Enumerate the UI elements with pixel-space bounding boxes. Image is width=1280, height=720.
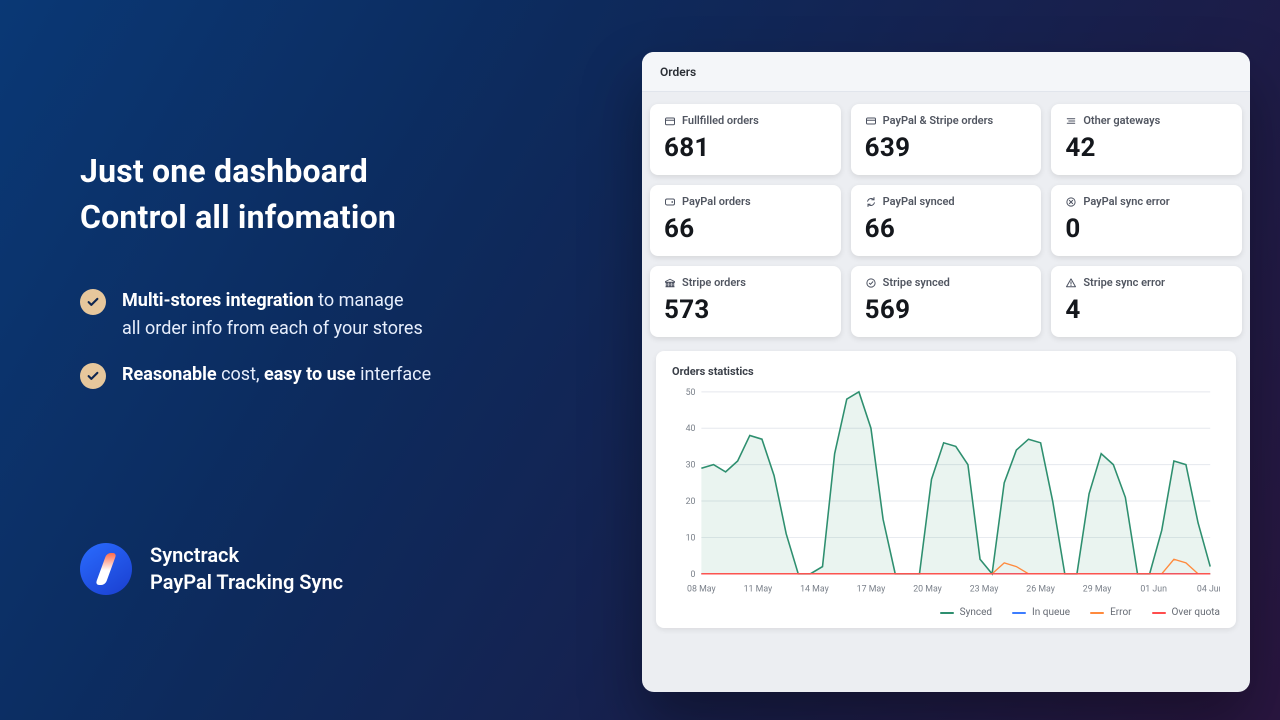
card-label: Fullfilled orders: [682, 114, 759, 127]
dashboard-header: Orders: [642, 52, 1250, 92]
card-stripe-orders[interactable]: Stripe orders 573: [650, 266, 841, 337]
headline-line1: Just one dashboard: [80, 148, 600, 194]
svg-text:14 May: 14 May: [800, 584, 829, 594]
card-value: 4: [1065, 295, 1228, 325]
legend-synced: Synced: [940, 607, 992, 618]
card-value: 66: [865, 214, 1028, 244]
chart-title: Orders statistics: [672, 365, 1220, 378]
svg-text:20: 20: [686, 497, 696, 507]
svg-text:11 May: 11 May: [744, 584, 773, 594]
orders-chart: 0 10 20 30 40 50 08 May 11 May 14 May 17 May 20 Ma…: [672, 384, 1220, 599]
card-stripe-synced[interactable]: Stripe synced 569: [851, 266, 1042, 337]
legend-label: Over quota: [1172, 607, 1220, 618]
card-label: Stripe synced: [883, 276, 950, 289]
bank-icon: [664, 277, 676, 289]
card-value: 66: [664, 214, 827, 244]
svg-text:23 May: 23 May: [970, 584, 999, 594]
card-paypal-error[interactable]: PayPal sync error 0: [1051, 185, 1242, 256]
card-icon: [865, 115, 877, 127]
feature-cost: Reasonable cost, easy to use interface: [80, 361, 600, 389]
stat-cards: Fullfilled orders 681 PayPal & Stripe or…: [642, 92, 1250, 343]
headline-line2: Control all infomation: [80, 194, 600, 240]
svg-text:01 Jun: 01 Jun: [1140, 584, 1167, 594]
svg-text:50: 50: [686, 388, 696, 398]
card-fulfilled[interactable]: Fullfilled orders 681: [650, 104, 841, 175]
dashboard-panel: Orders Fullfilled orders 681 PayPal & St…: [642, 52, 1250, 692]
card-row: Stripe orders 573 Stripe synced 569 Stri…: [650, 266, 1242, 337]
card-value: 0: [1065, 214, 1228, 244]
alert-icon: [1065, 277, 1077, 289]
card-label: PayPal & Stripe orders: [883, 114, 994, 127]
card-value: 639: [865, 133, 1028, 163]
card-label: Stripe sync error: [1083, 276, 1165, 289]
legend-label: In queue: [1032, 607, 1070, 618]
feature-bold: Multi-stores integration: [122, 290, 314, 311]
svg-text:30: 30: [686, 461, 696, 471]
card-row: PayPal orders 66 PayPal synced 66 PayPal…: [650, 185, 1242, 256]
svg-text:10: 10: [686, 533, 696, 543]
brand-block: Synctrack PayPal Tracking Sync: [80, 542, 343, 596]
dashboard-title: Orders: [660, 65, 696, 79]
check-circle-icon: [865, 277, 877, 289]
card-other[interactable]: Other gateways 42: [1051, 104, 1242, 175]
feature-bold2: easy to use: [264, 364, 356, 385]
box-icon: [664, 115, 676, 127]
svg-text:26 May: 26 May: [1026, 584, 1055, 594]
card-paypal-stripe[interactable]: PayPal & Stripe orders 639: [851, 104, 1042, 175]
feature-rest2: all order info from each of your stores: [122, 318, 423, 339]
svg-text:08 May: 08 May: [687, 584, 716, 594]
card-row: Fullfilled orders 681 PayPal & Stripe or…: [650, 104, 1242, 175]
card-label: Stripe orders: [682, 276, 746, 289]
feature-text: Multi-stores integration to manage all o…: [122, 287, 423, 343]
headline: Just one dashboard Control all infomatio…: [80, 148, 600, 241]
card-stripe-error[interactable]: Stripe sync error 4: [1051, 266, 1242, 337]
svg-text:17 May: 17 May: [857, 584, 886, 594]
brand-logo-icon: [80, 543, 132, 595]
feature-multistore: Multi-stores integration to manage all o…: [80, 287, 600, 343]
left-column: Just one dashboard Control all infomatio…: [80, 148, 600, 407]
svg-text:40: 40: [686, 424, 696, 434]
feature-rest: interface: [356, 364, 431, 385]
brand-line2: PayPal Tracking Sync: [150, 569, 343, 596]
error-icon: [1065, 196, 1077, 208]
legend-error: Error: [1090, 607, 1131, 618]
legend-label: Error: [1110, 607, 1131, 618]
sync-icon: [865, 196, 877, 208]
legend-label: Synced: [960, 607, 992, 618]
card-label: PayPal orders: [682, 195, 751, 208]
check-icon: [80, 363, 106, 389]
card-value: 42: [1065, 133, 1228, 163]
feature-bold: Reasonable: [122, 364, 217, 385]
svg-text:29 May: 29 May: [1083, 584, 1112, 594]
card-value: 569: [865, 295, 1028, 325]
chart-legend: Synced In queue Error Over quota: [672, 607, 1220, 618]
brand-name: Synctrack PayPal Tracking Sync: [150, 542, 343, 596]
brand-line1: Synctrack: [150, 542, 343, 569]
promo-stage: Just one dashboard Control all infomatio…: [0, 0, 1280, 720]
svg-text:0: 0: [691, 570, 696, 580]
card-value: 681: [664, 133, 827, 163]
gateway-icon: [1065, 115, 1077, 127]
chart-card: Orders statistics 0 10 20 30 40 50 08 May 11 Ma…: [656, 351, 1236, 628]
card-paypal-orders[interactable]: PayPal orders 66: [650, 185, 841, 256]
feature-mid: cost,: [217, 364, 264, 385]
wallet-icon: [664, 196, 676, 208]
legend-over: Over quota: [1152, 607, 1220, 618]
card-label: PayPal sync error: [1083, 195, 1169, 208]
check-icon: [80, 289, 106, 315]
card-paypal-synced[interactable]: PayPal synced 66: [851, 185, 1042, 256]
svg-text:20 May: 20 May: [913, 584, 942, 594]
card-label: Other gateways: [1083, 114, 1160, 127]
legend-queue: In queue: [1012, 607, 1070, 618]
card-label: PayPal synced: [883, 195, 955, 208]
feature-rest: to manage: [314, 290, 404, 311]
svg-text:04 Jun: 04 Jun: [1197, 584, 1220, 594]
feature-text: Reasonable cost, easy to use interface: [122, 361, 431, 389]
card-value: 573: [664, 295, 827, 325]
